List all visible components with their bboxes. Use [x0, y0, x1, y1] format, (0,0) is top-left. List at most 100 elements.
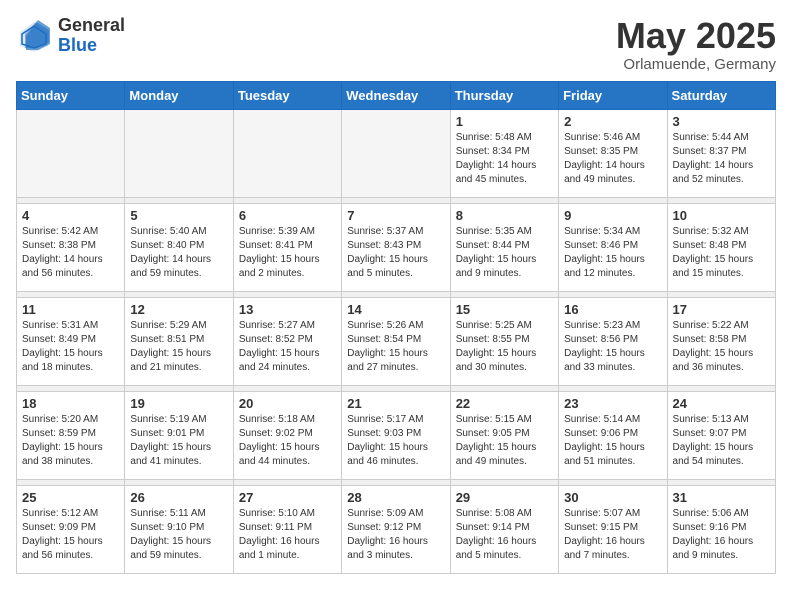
day-number: 21: [347, 396, 444, 411]
day-number: 19: [130, 396, 227, 411]
day-cell: 15Sunrise: 5:25 AMSunset: 8:55 PMDayligh…: [450, 297, 558, 385]
day-cell: 22 Sunrise: 5:15 AMSunset: 9:05 PMDayligh…: [450, 391, 558, 479]
day-number: 1: [456, 114, 553, 129]
day-info: Sunrise: 5:44 AMSunset: 8:37 PMDaylight:…: [673, 131, 770, 187]
day-number: 17: [673, 302, 770, 317]
logo: General Blue: [16, 16, 125, 56]
day-info: Sunrise: 5:22 AMSunset: 8:58 PMDaylight:…: [673, 319, 770, 375]
day-number: 11: [22, 302, 119, 317]
day-info: Sunrise: 5:40 AMSunset: 8:40 PMDaylight:…: [130, 225, 227, 281]
day-number: 16: [564, 302, 661, 317]
day-cell: [233, 109, 341, 197]
day-cell: 29 Sunrise: 5:08 AMSunset: 9:14 PMDayligh…: [450, 485, 558, 573]
day-info: Sunrise: 5:42 AMSunset: 8:38 PMDaylight:…: [22, 225, 119, 281]
week-row-4: 18 Sunrise: 5:20 AMSunset: 8:59 PMDayligh…: [17, 391, 776, 479]
day-cell: 4 Sunrise: 5:42 AMSunset: 8:38 PMDaylight…: [17, 203, 125, 291]
day-info: Sunrise: 5:15 AMSunset: 9:05 PMDaylight:…: [456, 413, 553, 469]
day-info: Sunrise: 5:06 AMSunset: 9:16 PMDaylight:…: [673, 507, 770, 563]
day-info: Sunrise: 5:07 AMSunset: 9:15 PMDaylight:…: [564, 507, 661, 563]
day-number: 9: [564, 208, 661, 223]
day-number: 18: [22, 396, 119, 411]
day-number: 10: [673, 208, 770, 223]
day-info: Sunrise: 5:34 AMSunset: 8:46 PMDaylight:…: [564, 225, 661, 281]
logo-text: General Blue: [58, 16, 125, 56]
day-info: Sunrise: 5:14 AMSunset: 9:06 PMDaylight:…: [564, 413, 661, 469]
calendar-subtitle: Orlamuende, Germany: [616, 56, 776, 73]
day-cell: 20 Sunrise: 5:18 AMSunset: 9:02 PMDayligh…: [233, 391, 341, 479]
day-info: Sunrise: 5:10 AMSunset: 9:11 PMDaylight:…: [239, 507, 336, 563]
page-container: General Blue May 2025 Orlamuende, German…: [0, 0, 792, 590]
day-number: 2: [564, 114, 661, 129]
day-number: 13: [239, 302, 336, 317]
day-cell: 7 Sunrise: 5:37 AMSunset: 8:43 PMDaylight…: [342, 203, 450, 291]
day-info: Sunrise: 5:12 AMSunset: 9:09 PMDaylight:…: [22, 507, 119, 563]
week-row-2: 4 Sunrise: 5:42 AMSunset: 8:38 PMDaylight…: [17, 203, 776, 291]
day-number: 7: [347, 208, 444, 223]
day-number: 30: [564, 490, 661, 505]
day-info: Sunrise: 5:17 AMSunset: 9:03 PMDaylight:…: [347, 413, 444, 469]
day-number: 5: [130, 208, 227, 223]
day-info: Sunrise: 5:27 AMSunset: 8:52 PMDaylight:…: [239, 319, 336, 375]
day-cell: 27 Sunrise: 5:10 AMSunset: 9:11 PMDayligh…: [233, 485, 341, 573]
day-cell: 24Sunrise: 5:13 AMSunset: 9:07 PMDayligh…: [667, 391, 775, 479]
day-info: Sunrise: 5:31 AMSunset: 8:49 PMDaylight:…: [22, 319, 119, 375]
day-cell: 21 Sunrise: 5:17 AMSunset: 9:03 PMDayligh…: [342, 391, 450, 479]
day-info: Sunrise: 5:39 AMSunset: 8:41 PMDaylight:…: [239, 225, 336, 281]
day-info: Sunrise: 5:32 AMSunset: 8:48 PMDaylight:…: [673, 225, 770, 281]
calendar-table: Sunday Monday Tuesday Wednesday Thursday…: [16, 81, 776, 574]
day-number: 31: [673, 490, 770, 505]
day-number: 4: [22, 208, 119, 223]
day-cell: 17 Sunrise: 5:22 AMSunset: 8:58 PMDayligh…: [667, 297, 775, 385]
day-cell: 6 Sunrise: 5:39 AMSunset: 8:41 PMDaylight…: [233, 203, 341, 291]
day-number: 26: [130, 490, 227, 505]
day-number: 23: [564, 396, 661, 411]
header-row: Sunday Monday Tuesday Wednesday Thursday…: [17, 81, 776, 109]
day-cell: 12Sunrise: 5:29 AMSunset: 8:51 PMDayligh…: [125, 297, 233, 385]
day-cell: 23 Sunrise: 5:14 AMSunset: 9:06 PMDayligh…: [559, 391, 667, 479]
logo-icon: [16, 18, 52, 54]
title-block: May 2025 Orlamuende, Germany: [616, 16, 776, 73]
day-info: Sunrise: 5:25 AMSunset: 8:55 PMDaylight:…: [456, 319, 553, 375]
day-cell: 31 Sunrise: 5:06 AMSunset: 9:16 PMDayligh…: [667, 485, 775, 573]
day-cell: 13 Sunrise: 5:27 AMSunset: 8:52 PMDayligh…: [233, 297, 341, 385]
week-row-3: 11 Sunrise: 5:31 AMSunset: 8:49 PMDayligh…: [17, 297, 776, 385]
day-info: Sunrise: 5:20 AMSunset: 8:59 PMDaylight:…: [22, 413, 119, 469]
day-number: 24: [673, 396, 770, 411]
day-number: 3: [673, 114, 770, 129]
day-info: Sunrise: 5:18 AMSunset: 9:02 PMDaylight:…: [239, 413, 336, 469]
logo-blue: Blue: [58, 36, 125, 56]
day-info: Sunrise: 5:26 AMSunset: 8:54 PMDaylight:…: [347, 319, 444, 375]
day-cell: 2 Sunrise: 5:46 AMSunset: 8:35 PMDaylight…: [559, 109, 667, 197]
day-cell: [125, 109, 233, 197]
day-info: Sunrise: 5:35 AMSunset: 8:44 PMDaylight:…: [456, 225, 553, 281]
day-cell: 14 Sunrise: 5:26 AMSunset: 8:54 PMDayligh…: [342, 297, 450, 385]
day-info: Sunrise: 5:46 AMSunset: 8:35 PMDaylight:…: [564, 131, 661, 187]
day-info: Sunrise: 5:08 AMSunset: 9:14 PMDaylight:…: [456, 507, 553, 563]
day-info: Sunrise: 5:11 AMSunset: 9:10 PMDaylight:…: [130, 507, 227, 563]
day-cell: 19 Sunrise: 5:19 AMSunset: 9:01 PMDayligh…: [125, 391, 233, 479]
day-cell: [17, 109, 125, 197]
day-number: 14: [347, 302, 444, 317]
header: General Blue May 2025 Orlamuende, German…: [16, 16, 776, 73]
calendar-title: May 2025: [616, 16, 776, 56]
day-info: Sunrise: 5:19 AMSunset: 9:01 PMDaylight:…: [130, 413, 227, 469]
day-number: 20: [239, 396, 336, 411]
day-cell: 9 Sunrise: 5:34 AMSunset: 8:46 PMDaylight…: [559, 203, 667, 291]
day-number: 29: [456, 490, 553, 505]
day-cell: 26 Sunrise: 5:11 AMSunset: 9:10 PMDayligh…: [125, 485, 233, 573]
day-number: 27: [239, 490, 336, 505]
week-row-5: 25 Sunrise: 5:12 AMSunset: 9:09 PMDayligh…: [17, 485, 776, 573]
day-number: 22: [456, 396, 553, 411]
col-sunday: Sunday: [17, 81, 125, 109]
day-info: Sunrise: 5:37 AMSunset: 8:43 PMDaylight:…: [347, 225, 444, 281]
col-wednesday: Wednesday: [342, 81, 450, 109]
week-row-1: 1Sunrise: 5:48 AMSunset: 8:34 PMDaylight…: [17, 109, 776, 197]
day-cell: 28Sunrise: 5:09 AMSunset: 9:12 PMDayligh…: [342, 485, 450, 573]
day-info: Sunrise: 5:09 AMSunset: 9:12 PMDaylight:…: [347, 507, 444, 563]
col-tuesday: Tuesday: [233, 81, 341, 109]
day-info: Sunrise: 5:23 AMSunset: 8:56 PMDaylight:…: [564, 319, 661, 375]
day-number: 6: [239, 208, 336, 223]
day-cell: 5 Sunrise: 5:40 AMSunset: 8:40 PMDaylight…: [125, 203, 233, 291]
day-number: 25: [22, 490, 119, 505]
day-cell: 3 Sunrise: 5:44 AMSunset: 8:37 PMDaylight…: [667, 109, 775, 197]
